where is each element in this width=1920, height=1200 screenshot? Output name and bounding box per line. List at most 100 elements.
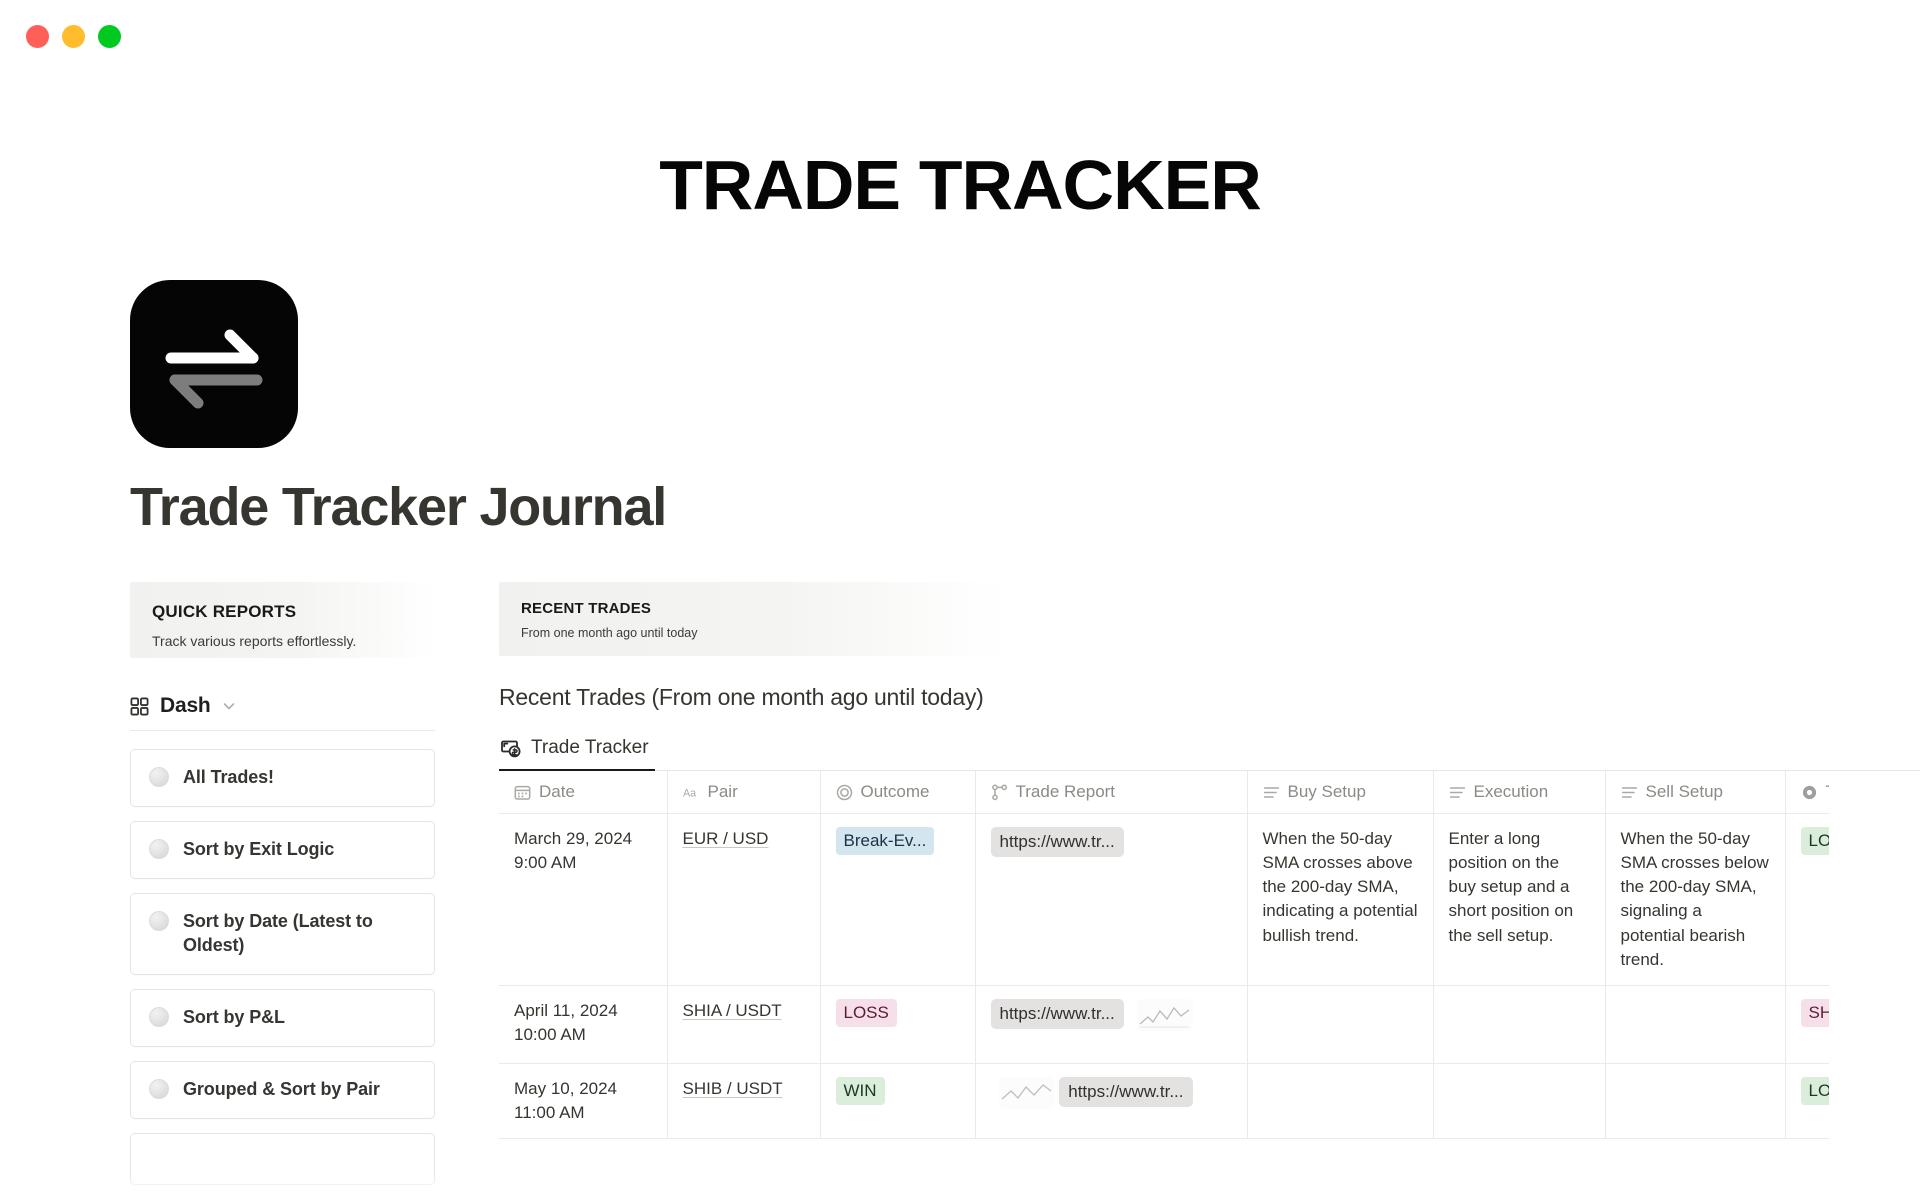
quick-reports-subtitle: Track various reports effortlessly. bbox=[152, 633, 357, 650]
column-header-buy-setup[interactable]: Buy Setup bbox=[1247, 771, 1434, 815]
donut-icon bbox=[1801, 784, 1818, 801]
trade-report-link[interactable]: https://www.tr... bbox=[990, 827, 1124, 858]
column-label: Pair bbox=[707, 782, 738, 802]
table-body: March 29, 2024 9:00 AM EUR / USD Break-E… bbox=[499, 813, 1829, 1140]
close-window-button[interactable] bbox=[26, 24, 49, 48]
column-header-outcome[interactable]: Outcome bbox=[820, 771, 976, 815]
calendar-icon bbox=[514, 784, 531, 801]
report-card-all-trades[interactable]: All Trades! bbox=[130, 749, 435, 808]
pair-link[interactable]: SHIA / USDT bbox=[683, 1001, 782, 1020]
banner-title: TRADE TRACKER bbox=[659, 146, 1262, 224]
cell-trade-report[interactable]: https://www.tr... bbox=[975, 1063, 1248, 1140]
column-label: Execution bbox=[1473, 782, 1549, 802]
report-label: Grouped & Sort by Pair bbox=[183, 1078, 380, 1099]
cell-type[interactable]: LONG bbox=[1785, 813, 1829, 986]
cell-outcome[interactable]: Break-Ev... bbox=[820, 813, 976, 986]
column-header-type[interactable]: Type bbox=[1785, 771, 1830, 815]
trades-table: Date Aa Pair Outcome Trade Report Buy Se… bbox=[499, 771, 1830, 1140]
bullet-icon bbox=[149, 767, 169, 788]
cell-buy-setup[interactable] bbox=[1247, 985, 1434, 1064]
page-content: Trade Tracker Journal QUICK REPORTS Trac… bbox=[0, 280, 1920, 1185]
type-badge: SHORT bbox=[1800, 998, 1829, 1027]
trades-table-wrapper: Date Aa Pair Outcome Trade Report Buy Se… bbox=[499, 771, 1830, 1140]
bullet-icon bbox=[149, 910, 169, 931]
cell-pair[interactable]: SHIB / USDT bbox=[667, 1063, 821, 1140]
quick-report-list: All Trades! Sort by Exit Logic Sort by D… bbox=[130, 749, 435, 1185]
svg-text:Aa: Aa bbox=[683, 787, 696, 799]
column-label: Type bbox=[1826, 782, 1830, 802]
cell-date[interactable]: May 10, 2024 11:00 AM bbox=[499, 1063, 668, 1140]
report-card-sort-pnl[interactable]: Sort by P&L bbox=[130, 988, 435, 1047]
window-title-bar bbox=[0, 0, 1920, 72]
quick-reports-column: QUICK REPORTS Track various reports effo… bbox=[130, 582, 435, 1185]
outcome-badge: LOSS bbox=[835, 998, 897, 1027]
report-card-grouped-sort-pair[interactable]: Grouped & Sort by Pair bbox=[130, 1060, 435, 1119]
minimize-window-button[interactable] bbox=[62, 24, 85, 48]
cell-date[interactable]: April 11, 2024 10:00 AM bbox=[499, 985, 668, 1064]
tab-label: Trade Tracker bbox=[531, 737, 649, 759]
cell-trade-report[interactable]: https://www.tr... bbox=[975, 813, 1248, 986]
pair-link[interactable]: EUR / USD bbox=[683, 829, 769, 848]
cell-sell-setup[interactable] bbox=[1605, 1063, 1786, 1140]
chart-thumbnail-icon[interactable] bbox=[1136, 998, 1193, 1031]
chart-thumbnail-icon[interactable] bbox=[998, 1076, 1055, 1109]
chevron-down-icon[interactable] bbox=[222, 699, 236, 713]
column-label: Buy Setup bbox=[1287, 782, 1366, 802]
cell-sell-setup[interactable] bbox=[1605, 985, 1786, 1064]
two-column-layout: QUICK REPORTS Track various reports effo… bbox=[130, 582, 1920, 1185]
column-header-pair[interactable]: Aa Pair bbox=[667, 771, 821, 815]
cell-outcome[interactable]: WIN bbox=[820, 1063, 976, 1140]
trade-report-link[interactable]: https://www.tr... bbox=[990, 998, 1124, 1029]
maximize-window-button[interactable] bbox=[98, 24, 121, 48]
report-label: Sort by Date (Latest to Oldest) bbox=[183, 910, 373, 955]
cell-sell-setup[interactable]: When the 50-day SMA crosses below the 20… bbox=[1605, 813, 1786, 986]
report-label: Sort by Exit Logic bbox=[183, 839, 335, 860]
report-label: Sort by P&L bbox=[183, 1006, 285, 1027]
recent-trades-title: RECENT TRADES bbox=[521, 600, 652, 618]
text-lines-icon bbox=[1449, 784, 1466, 801]
cell-buy-setup[interactable]: When the 50-day SMA crosses above the 20… bbox=[1247, 813, 1434, 986]
text-lines-icon bbox=[1621, 784, 1638, 801]
cell-pair[interactable]: EUR / USD bbox=[667, 813, 821, 986]
page-title: Trade Tracker Journal bbox=[130, 477, 667, 537]
cell-execution[interactable]: Enter a long position on the buy setup a… bbox=[1433, 813, 1606, 986]
report-card-partial[interactable] bbox=[130, 1132, 435, 1185]
table-row[interactable]: May 10, 2024 11:00 AM SHIB / USDT WIN ht… bbox=[499, 1063, 1829, 1140]
database-tabbar: Trade Tracker bbox=[499, 737, 1920, 772]
trade-report-link[interactable]: https://www.tr... bbox=[1059, 1076, 1193, 1107]
cell-buy-setup[interactable] bbox=[1247, 1063, 1434, 1140]
column-header-execution[interactable]: Execution bbox=[1433, 771, 1606, 815]
text-lines-icon bbox=[1263, 784, 1280, 801]
pair-link[interactable]: SHIB / USDT bbox=[683, 1079, 783, 1098]
money-bill-icon bbox=[501, 738, 522, 759]
report-card-sort-date[interactable]: Sort by Date (Latest to Oldest) bbox=[130, 892, 435, 975]
grid-icon bbox=[130, 697, 149, 716]
section-heading: Recent Trades (From one month ago until … bbox=[499, 684, 984, 711]
column-header-date[interactable]: Date bbox=[499, 771, 668, 815]
text-aa-icon: Aa bbox=[683, 784, 700, 801]
cell-type[interactable]: SHORT bbox=[1785, 985, 1829, 1064]
exchange-arrows-icon bbox=[130, 280, 298, 448]
cell-execution[interactable] bbox=[1433, 985, 1606, 1064]
target-icon bbox=[836, 784, 853, 801]
table-header: Date Aa Pair Outcome Trade Report Buy Se… bbox=[499, 771, 1830, 815]
cell-date[interactable]: March 29, 2024 9:00 AM bbox=[499, 813, 668, 986]
column-header-sell-setup[interactable]: Sell Setup bbox=[1605, 771, 1786, 815]
dash-toggle[interactable]: Dash bbox=[130, 694, 435, 732]
branch-icon bbox=[991, 784, 1008, 801]
tab-trade-tracker[interactable]: Trade Tracker bbox=[499, 737, 655, 772]
column-label: Trade Report bbox=[1015, 782, 1116, 802]
cell-type[interactable]: LONG bbox=[1785, 1063, 1829, 1140]
quick-reports-callout: QUICK REPORTS Track various reports effo… bbox=[130, 582, 435, 659]
table-row[interactable]: March 29, 2024 9:00 AM EUR / USD Break-E… bbox=[499, 813, 1829, 986]
cell-pair[interactable]: SHIA / USDT bbox=[667, 985, 821, 1064]
column-header-trade-report[interactable]: Trade Report bbox=[975, 771, 1248, 815]
cell-trade-report[interactable]: https://www.tr... bbox=[975, 985, 1248, 1064]
type-badge: LONG bbox=[1800, 1076, 1829, 1105]
table-row[interactable]: April 11, 2024 10:00 AM SHIA / USDT LOSS… bbox=[499, 985, 1829, 1064]
cell-execution[interactable] bbox=[1433, 1063, 1606, 1140]
table-header-row: Date Aa Pair Outcome Trade Report Buy Se… bbox=[499, 771, 1830, 815]
column-label: Outcome bbox=[860, 782, 930, 802]
report-card-sort-exit-logic[interactable]: Sort by Exit Logic bbox=[130, 821, 435, 879]
cell-outcome[interactable]: LOSS bbox=[820, 985, 976, 1064]
